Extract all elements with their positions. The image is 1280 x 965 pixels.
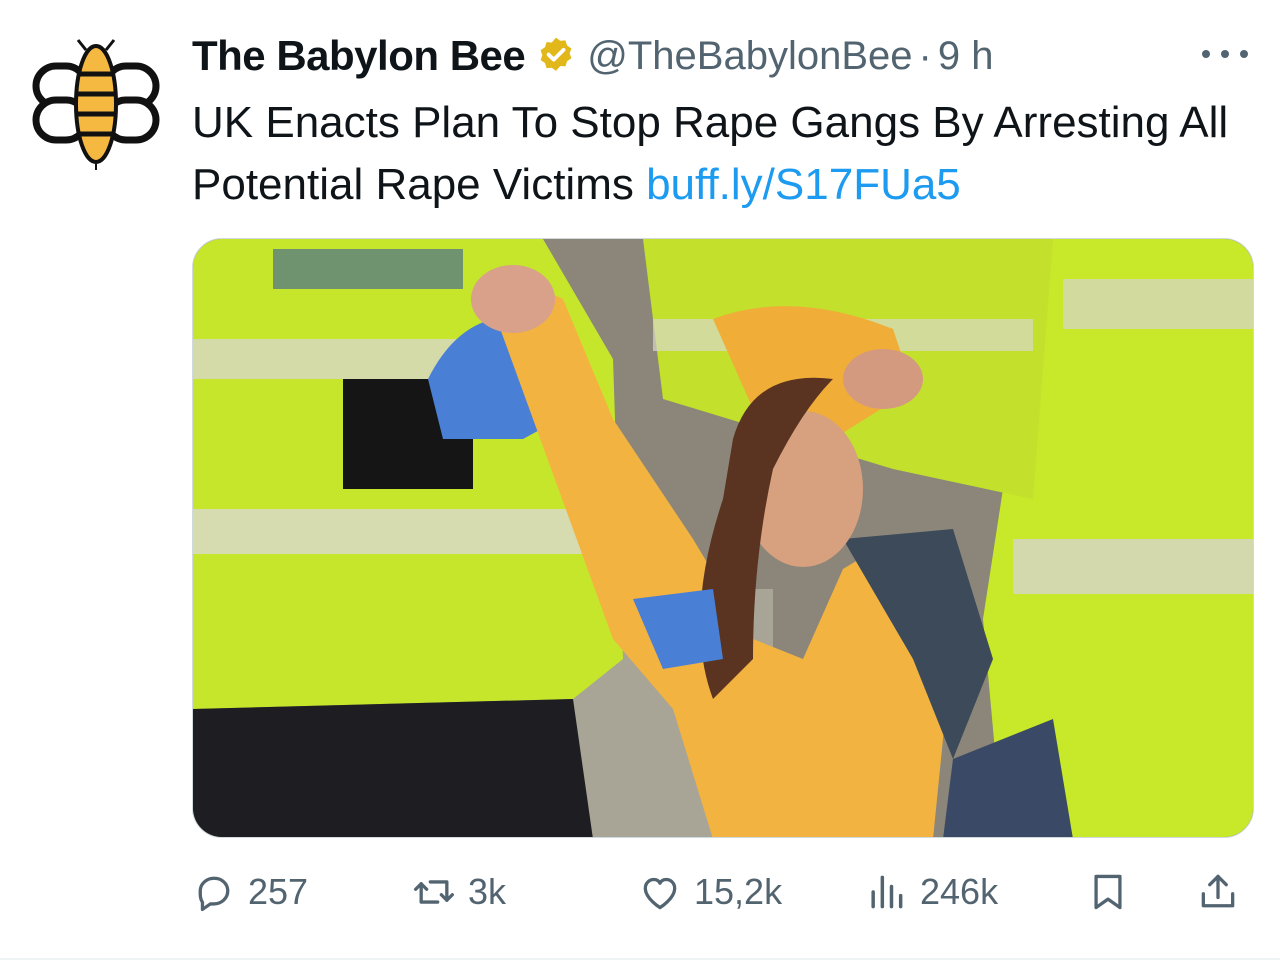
- retweet-button[interactable]: 3k: [412, 862, 506, 922]
- ellipsis-dot: [1240, 50, 1248, 58]
- tweet-text: UK Enacts Plan To Stop Rape Gangs By Arr…: [192, 92, 1262, 216]
- photo-illustration: [193, 239, 1253, 837]
- tweet-header: The Babylon Bee @TheBabylonBee · 9 h: [192, 28, 993, 84]
- retweet-icon: [414, 880, 454, 904]
- avatar[interactable]: [28, 36, 164, 172]
- babylon-bee-logo-icon: [32, 39, 160, 170]
- reply-count: 257: [248, 871, 309, 912]
- ellipsis-dot: [1202, 50, 1210, 58]
- share-icon: [1201, 874, 1235, 908]
- bookmark-button[interactable]: [1086, 862, 1130, 922]
- ellipsis-dot: [1221, 50, 1229, 58]
- tweet-link[interactable]: buff.ly/S17FUa5: [646, 160, 961, 209]
- retweet-count: 3k: [468, 871, 507, 912]
- like-count: 15,2k: [694, 871, 783, 912]
- timestamp[interactable]: 9 h: [938, 34, 994, 79]
- bookmark-icon: [1094, 874, 1122, 910]
- tweet-action-bar: 257 3k 15,2k 246k: [192, 862, 1254, 922]
- views-button[interactable]: 246k: [864, 862, 998, 922]
- reply-button[interactable]: 257: [192, 862, 308, 922]
- more-options-button[interactable]: [1198, 34, 1252, 74]
- like-button[interactable]: 15,2k: [638, 862, 782, 922]
- reply-icon: [198, 876, 230, 912]
- display-name[interactable]: The Babylon Bee: [192, 32, 526, 80]
- views-icon: [871, 875, 903, 909]
- user-handle[interactable]: @TheBabylonBee: [587, 34, 912, 79]
- divider: [0, 958, 1280, 960]
- tweet-media-photo[interactable]: [192, 238, 1254, 838]
- separator-dot: ·: [918, 33, 932, 78]
- verified-badge-icon[interactable]: [535, 35, 577, 77]
- views-count: 246k: [920, 871, 999, 912]
- heart-icon: [643, 877, 677, 910]
- share-button[interactable]: [1196, 862, 1240, 922]
